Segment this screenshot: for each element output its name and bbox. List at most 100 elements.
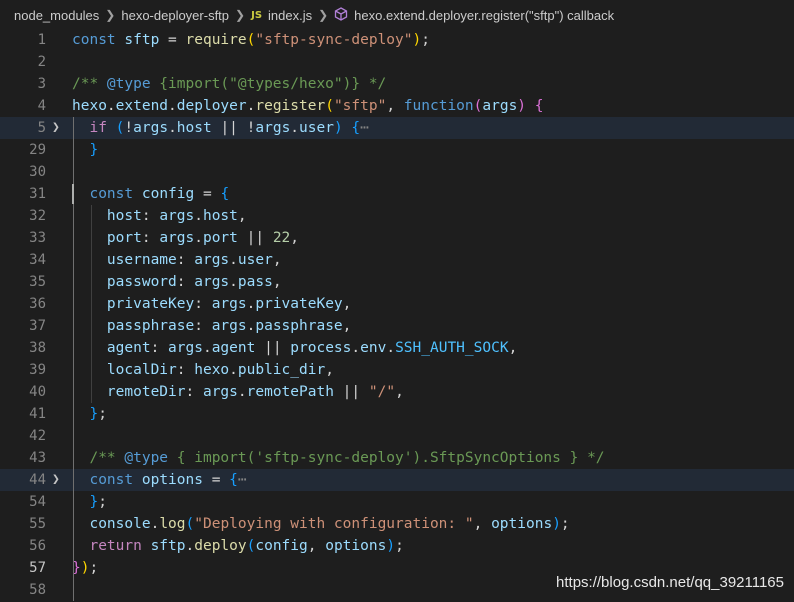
code-line[interactable]: 55 console.log("Deploying with configura… bbox=[0, 513, 794, 535]
code-token: ! bbox=[124, 120, 134, 136]
code-token: . bbox=[168, 98, 177, 114]
code-line[interactable]: 29 } bbox=[0, 139, 794, 161]
fold-chevron-icon[interactable]: ❯ bbox=[52, 473, 66, 487]
code-line[interactable]: 1 const sftp = require("sftp-sync-deploy"… bbox=[0, 29, 794, 51]
code-token: return bbox=[89, 538, 151, 554]
code-token: } bbox=[89, 494, 99, 510]
code-line[interactable]: 54 }; bbox=[0, 491, 794, 513]
breadcrumb-item-file[interactable]: index.js bbox=[268, 8, 312, 23]
code-token: localDir bbox=[106, 362, 177, 378]
code-token: || bbox=[237, 230, 273, 246]
javascript-file-icon: JS bbox=[251, 9, 263, 21]
code-token: || ! bbox=[211, 120, 256, 136]
code-token: , bbox=[342, 296, 352, 312]
code-token: hexo bbox=[72, 98, 107, 114]
code-token: args bbox=[255, 120, 291, 136]
code-token: deploy bbox=[194, 538, 247, 554]
breadcrumb-item-folder[interactable]: node_modules bbox=[14, 8, 99, 23]
breadcrumb: node_modules ❯ hexo-deployer-sftp ❯ JS i… bbox=[0, 0, 794, 30]
breadcrumb-item-symbol[interactable]: hexo.extend.deployer.register("sftp") ca… bbox=[354, 8, 614, 23]
code-line[interactable]: 39 localDir: hexo.public_dir, bbox=[0, 359, 794, 381]
code-token: register bbox=[255, 98, 326, 114]
code-token: { bbox=[534, 98, 544, 114]
code-token: "/" bbox=[368, 384, 396, 400]
code-text: port: args.port || 22, bbox=[72, 227, 299, 249]
code-token: ; bbox=[98, 406, 107, 422]
code-token: "sftp-sync-deploy" bbox=[255, 32, 413, 48]
code-line[interactable]: 41 }; bbox=[0, 403, 794, 425]
code-line[interactable]: 42 bbox=[0, 425, 794, 447]
code-token: process bbox=[290, 340, 352, 356]
line-number: 44 bbox=[29, 472, 46, 488]
line-number: 54 bbox=[29, 494, 46, 510]
line-number: 41 bbox=[29, 406, 46, 422]
code-line[interactable]: 31 const config = { bbox=[0, 183, 794, 205]
code-line[interactable]: 35 password: args.pass, bbox=[0, 271, 794, 293]
code-token: sftp bbox=[150, 538, 186, 554]
code-token: args bbox=[194, 252, 230, 268]
code-token: . bbox=[185, 538, 195, 554]
code-token: host bbox=[202, 208, 238, 224]
code-token: : bbox=[194, 318, 212, 334]
fold-chevron-icon[interactable]: ❯ bbox=[52, 121, 66, 135]
code-token: ⋯ bbox=[360, 120, 369, 136]
code-token: . bbox=[168, 120, 177, 136]
code-text: /** @type { import('sftp-sync-deploy').S… bbox=[72, 447, 604, 469]
code-text: agent: args.agent || process.env.SSH_AUT… bbox=[72, 337, 517, 359]
indent-guide bbox=[91, 205, 92, 403]
code-token: agent bbox=[106, 340, 151, 356]
code-line[interactable]: 56 return sftp.deploy(config, options); bbox=[0, 535, 794, 557]
code-line[interactable]: 38 agent: args.agent || process.env.SSH_… bbox=[0, 337, 794, 359]
breadcrumb-item-subfolder[interactable]: hexo-deployer-sftp bbox=[121, 8, 229, 23]
code-token: const bbox=[89, 472, 142, 488]
code-line[interactable]: 30 bbox=[0, 161, 794, 183]
code-editor[interactable]: 1 const sftp = require("sftp-sync-deploy"… bbox=[0, 29, 794, 602]
code-token: log bbox=[159, 516, 186, 532]
code-text: }); bbox=[72, 557, 98, 579]
line-number: 37 bbox=[29, 318, 46, 334]
code-line[interactable]: 33 port: args.port || 22, bbox=[0, 227, 794, 249]
code-token: , bbox=[290, 230, 300, 246]
code-token: ) bbox=[386, 538, 396, 554]
code-token: ( bbox=[325, 98, 334, 114]
code-token: config bbox=[255, 538, 308, 554]
line-number: 36 bbox=[29, 296, 46, 312]
code-token: . bbox=[290, 120, 300, 136]
code-line[interactable]: 36 privateKey: args.privateKey, bbox=[0, 293, 794, 315]
code-line[interactable]: 44 ❯ const options = {⋯ bbox=[0, 469, 794, 491]
line-number: 5 bbox=[37, 120, 46, 136]
code-token: , bbox=[272, 252, 282, 268]
line-number: 30 bbox=[29, 164, 46, 180]
code-token: . bbox=[351, 340, 361, 356]
code-line[interactable]: 3 /** @type {import("@types/hexo")} */ bbox=[0, 73, 794, 95]
code-token: host bbox=[176, 120, 212, 136]
code-text: }; bbox=[72, 491, 106, 513]
code-token: args bbox=[211, 318, 247, 334]
code-token: { bbox=[220, 186, 230, 202]
code-line[interactable]: 32 host: args.host, bbox=[0, 205, 794, 227]
code-line[interactable]: 4 hexo.extend.deployer.register("sftp", f… bbox=[0, 95, 794, 117]
code-line[interactable]: 34 username: args.user, bbox=[0, 249, 794, 271]
code-line[interactable]: 2 bbox=[0, 51, 794, 73]
line-number: 43 bbox=[29, 450, 46, 466]
code-token: username bbox=[106, 252, 177, 268]
code-token: options bbox=[491, 516, 553, 532]
code-text: return sftp.deploy(config, options); bbox=[72, 535, 403, 557]
code-line[interactable]: 40 remoteDir: args.remotePath || "/", bbox=[0, 381, 794, 403]
code-token: deployer bbox=[176, 98, 247, 114]
code-token: . bbox=[386, 340, 396, 356]
code-token: : bbox=[150, 340, 169, 356]
code-text: const sftp = require("sftp-sync-deploy")… bbox=[72, 29, 430, 51]
line-number: 38 bbox=[29, 340, 46, 356]
code-token: console bbox=[89, 516, 151, 532]
code-line[interactable]: 37 passphrase: args.passphrase, bbox=[0, 315, 794, 337]
code-token: if bbox=[89, 120, 107, 136]
chevron-right-icon: ❯ bbox=[235, 8, 246, 22]
code-line[interactable]: 43 /** @type { import('sftp-sync-deploy'… bbox=[0, 447, 794, 469]
code-token: port bbox=[202, 230, 238, 246]
code-line[interactable]: 5 ❯ if (!args.host || !args.user) {⋯ bbox=[0, 117, 794, 139]
